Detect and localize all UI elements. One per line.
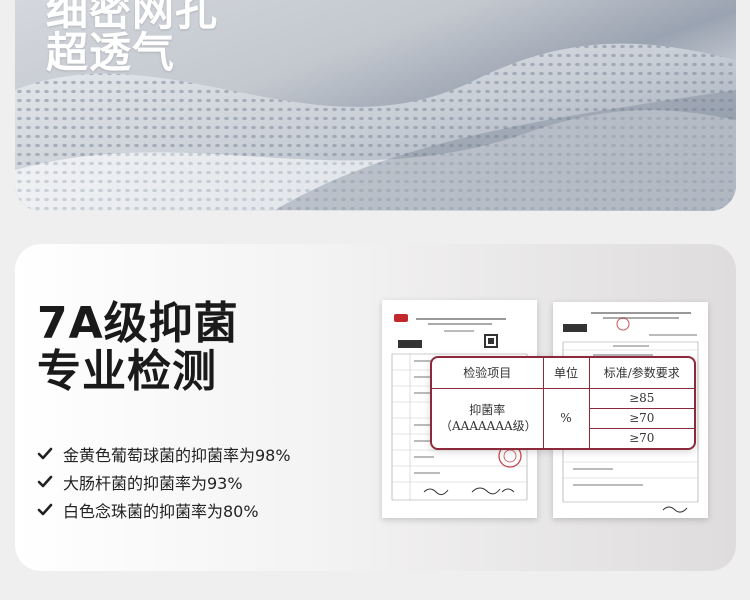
logo-mark bbox=[394, 314, 408, 322]
barcode bbox=[398, 340, 422, 348]
mesh-fabric-image: 细密网孔 超透气 bbox=[15, 0, 736, 211]
feature-text: 金黄色葡萄球菌的抑菌率为98% bbox=[63, 446, 291, 465]
test-result-table-zoom: 检验项目 单位 标准/参数要求 抑菌率（AAAAAAA级） % ≥85 ≥70 … bbox=[430, 356, 696, 450]
list-item: 大肠杆菌的抑菌率为93% bbox=[37, 468, 291, 496]
hero-title-line2: 超透气 bbox=[46, 28, 176, 77]
feature-list: 金黄色葡萄球菌的抑菌率为98% 大肠杆菌的抑菌率为93% 白色念珠菌的抑菌率为8… bbox=[37, 440, 291, 524]
table-header-item: 检验项目 bbox=[432, 358, 544, 389]
table-cell-value: ≥85 bbox=[588, 387, 694, 409]
test-result-table: 检验项目 单位 标准/参数要求 抑菌率（AAAAAAA级） % ≥85 ≥70 … bbox=[432, 358, 694, 448]
table-cell-item: 抑菌率（AAAAAAA级） bbox=[432, 387, 544, 448]
section-heading-line2: 专业检测 bbox=[37, 346, 217, 397]
table-cell-value: ≥70 bbox=[589, 407, 694, 429]
barcode bbox=[563, 324, 587, 332]
check-icon bbox=[37, 503, 53, 516]
section-heading-line1: 7A级抑菌 bbox=[37, 298, 239, 349]
list-item: 白色念珠菌的抑菌率为80% bbox=[37, 496, 291, 524]
table-header-standard: 标准/参数要求 bbox=[588, 358, 694, 389]
table-header-unit: 单位 bbox=[542, 358, 590, 389]
check-icon bbox=[37, 475, 53, 488]
red-seal bbox=[616, 317, 630, 331]
list-item: 金黄色葡萄球菌的抑菌率为98% bbox=[37, 440, 291, 468]
check-icon bbox=[37, 447, 53, 460]
feature-text: 白色念珠菌的抑菌率为80% bbox=[63, 502, 259, 521]
table-cell-unit: % bbox=[542, 387, 590, 448]
feature-text: 大肠杆菌的抑菌率为93% bbox=[63, 474, 243, 493]
table-cell-value: ≥70 bbox=[589, 427, 694, 448]
